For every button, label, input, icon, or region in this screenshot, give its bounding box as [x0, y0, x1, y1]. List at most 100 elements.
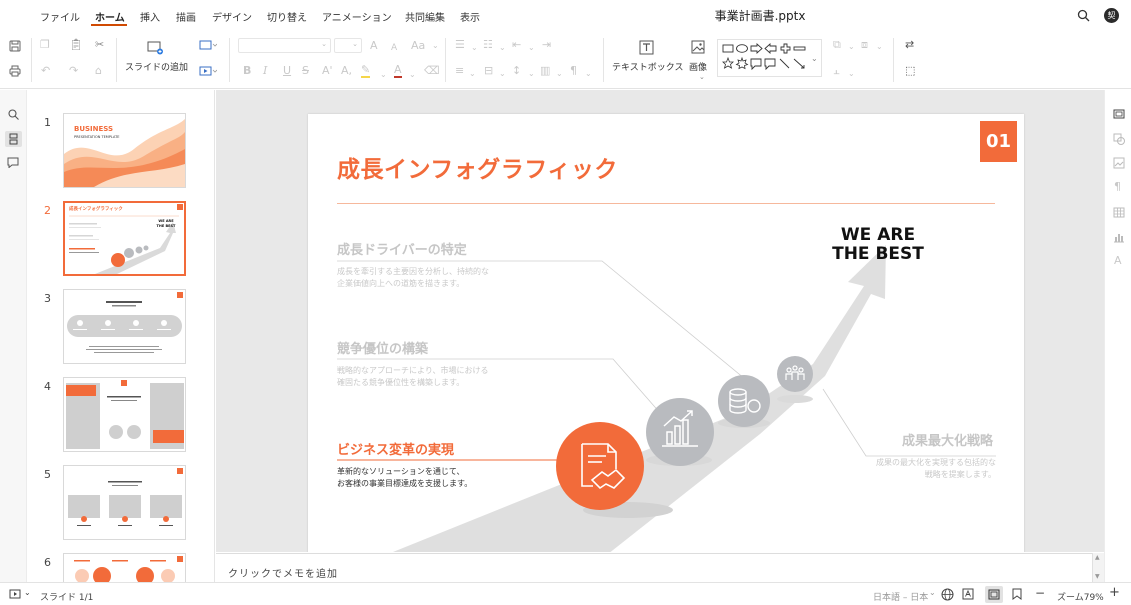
menu-view[interactable]: 表示: [460, 9, 480, 24]
vertical-align-dropdown-icon[interactable]: ⌄: [499, 68, 506, 80]
paragraph-icon[interactable]: ¶: [570, 65, 577, 77]
copy-icon[interactable]: ❐: [40, 39, 50, 51]
search-icon[interactable]: [1077, 9, 1090, 22]
line-spacing-icon[interactable]: ↕: [512, 65, 521, 77]
font-family-select[interactable]: ⌄: [238, 38, 331, 53]
save-icon[interactable]: [9, 40, 21, 52]
bold-icon[interactable]: B: [243, 65, 251, 77]
chart-settings-icon[interactable]: [1113, 231, 1125, 243]
current-slide[interactable]: 01 成長インフォグラフィック WE ARE THE BEST 成長ドライバーの…: [308, 114, 1024, 552]
cut-icon[interactable]: ✂: [95, 39, 104, 51]
image-icon[interactable]: [691, 40, 705, 54]
menu-design[interactable]: デザイン: [212, 9, 252, 24]
font-color-dropdown-icon[interactable]: ⌄: [409, 69, 416, 81]
zoom-in-icon[interactable]: +: [1109, 585, 1120, 600]
decrease-indent-icon[interactable]: ⇤: [512, 39, 521, 51]
shapes-more-icon[interactable]: ⌄: [811, 53, 818, 65]
bookmark-view-icon[interactable]: [1012, 588, 1022, 600]
align-icon[interactable]: ≡: [455, 65, 464, 77]
slide-thumbnail-4[interactable]: [63, 377, 186, 452]
change-case-dropdown-icon[interactable]: ⌄: [432, 40, 439, 52]
redo-icon[interactable]: ↷: [69, 65, 78, 77]
globe-icon[interactable]: [941, 588, 954, 601]
menu-insert[interactable]: 挿入: [140, 9, 160, 24]
slide-thumbnail-6[interactable]: [63, 553, 186, 582]
text-box-button[interactable]: テキストボックス: [612, 60, 683, 73]
arrange-dropdown-icon[interactable]: ⌄: [848, 41, 855, 53]
speaker-notes[interactable]: クリックでメモを追加: [216, 553, 1092, 582]
spellcheck-icon[interactable]: [962, 588, 974, 600]
menu-draw[interactable]: 描画: [176, 9, 196, 24]
image-dropdown-icon[interactable]: ⌄: [699, 71, 705, 83]
slideshow-icon[interactable]: [199, 66, 217, 77]
font-size-select[interactable]: ⌄: [334, 38, 362, 53]
shape-settings-icon[interactable]: [1113, 133, 1125, 145]
clear-format-icon[interactable]: ⌫: [424, 65, 440, 77]
add-slide-button[interactable]: スライドの追加: [125, 60, 188, 73]
format-painter-icon[interactable]: ⌂: [95, 65, 102, 77]
align-objects-icon[interactable]: ⫠: [833, 65, 840, 77]
play-slideshow-icon[interactable]: [9, 589, 21, 599]
underline-icon[interactable]: U: [283, 65, 291, 77]
subscript-icon[interactable]: A,: [341, 65, 352, 77]
highlight-dropdown-icon[interactable]: ⌄: [380, 69, 387, 81]
replace-icon[interactable]: ⇄: [905, 39, 914, 51]
bullet-list-dropdown-icon[interactable]: ⌄: [471, 42, 478, 54]
numbered-list-dropdown-icon[interactable]: ⌄: [499, 42, 506, 54]
align-objects-dropdown-icon[interactable]: ⌄: [848, 68, 855, 80]
normal-view-button[interactable]: [985, 586, 1003, 603]
menu-animations[interactable]: アニメーション: [322, 9, 392, 24]
paste-icon[interactable]: 📋︎: [69, 39, 83, 51]
line-spacing-dropdown-icon[interactable]: ⌄: [528, 68, 535, 80]
group-dropdown-icon[interactable]: ⌄: [876, 41, 883, 53]
italic-icon[interactable]: I: [263, 65, 267, 77]
numbered-list-icon[interactable]: ☷: [483, 39, 493, 51]
print-icon[interactable]: [9, 65, 21, 77]
scroll-down-icon[interactable]: ▼: [1095, 573, 1100, 580]
undo-icon[interactable]: ↶: [41, 65, 50, 77]
group-icon[interactable]: ⧈: [861, 39, 868, 51]
thumbnails-toggle[interactable]: [5, 131, 22, 147]
slide-settings-icon[interactable]: [1113, 109, 1125, 119]
select-icon[interactable]: ⬚: [905, 65, 915, 77]
comments-icon[interactable]: [7, 157, 19, 168]
language-indicator[interactable]: 日本語 – 日本: [873, 590, 928, 603]
superscript-icon[interactable]: A': [322, 65, 333, 77]
vertical-align-icon[interactable]: ⊟: [484, 65, 493, 77]
slide-thumbnail-3[interactable]: [63, 289, 186, 364]
paragraph-dropdown-icon[interactable]: ⌄: [585, 68, 592, 80]
bullet-list-icon[interactable]: ☰: [455, 39, 465, 51]
shapes-gallery[interactable]: [717, 39, 822, 77]
menu-transitions[interactable]: 切り替え: [267, 9, 307, 24]
increase-indent-icon[interactable]: ⇥: [542, 39, 551, 51]
indent-dropdown-icon[interactable]: ⌄: [528, 42, 535, 54]
highlight-icon[interactable]: ✎: [361, 64, 371, 78]
arrange-icon[interactable]: ⧉: [833, 39, 841, 51]
menu-home[interactable]: ホーム: [95, 9, 125, 24]
user-avatar[interactable]: 契: [1104, 8, 1119, 23]
layout-icon[interactable]: [199, 40, 217, 51]
language-dropdown-icon[interactable]: ⌄: [929, 588, 936, 597]
decrease-font-icon[interactable]: A: [391, 42, 397, 54]
slideshow-dropdown-icon[interactable]: ⌄: [24, 588, 31, 597]
columns-icon[interactable]: ▥: [540, 65, 550, 77]
zoom-level[interactable]: ズーム79%: [1057, 590, 1104, 603]
slide-thumbnail-2[interactable]: 成長インフォグラフィック WE ARE THE BEST: [63, 201, 186, 276]
align-dropdown-icon[interactable]: ⌄: [469, 68, 476, 80]
font-color-icon[interactable]: A: [394, 64, 402, 78]
slide-thumbnail-1[interactable]: BUSINESS PRESENTATION TEMPLATE: [63, 113, 186, 188]
image-settings-icon[interactable]: [1113, 157, 1125, 169]
menu-file[interactable]: ファイル: [40, 9, 80, 24]
text-box-icon[interactable]: [639, 40, 654, 55]
notes-scrollbar[interactable]: ▲ ▼: [1092, 553, 1104, 582]
increase-font-icon[interactable]: A: [370, 40, 378, 52]
table-settings-icon[interactable]: [1113, 207, 1125, 218]
find-icon[interactable]: [8, 109, 19, 120]
menu-collaborate[interactable]: 共同編集: [405, 9, 445, 24]
change-case-icon[interactable]: Aa: [411, 40, 425, 52]
paragraph-settings-icon[interactable]: ¶: [1114, 181, 1121, 193]
zoom-out-icon[interactable]: −: [1035, 586, 1045, 600]
strikethrough-icon[interactable]: S: [302, 65, 309, 77]
scroll-up-icon[interactable]: ▲: [1095, 554, 1100, 561]
text-art-settings-icon[interactable]: A: [1114, 255, 1122, 267]
